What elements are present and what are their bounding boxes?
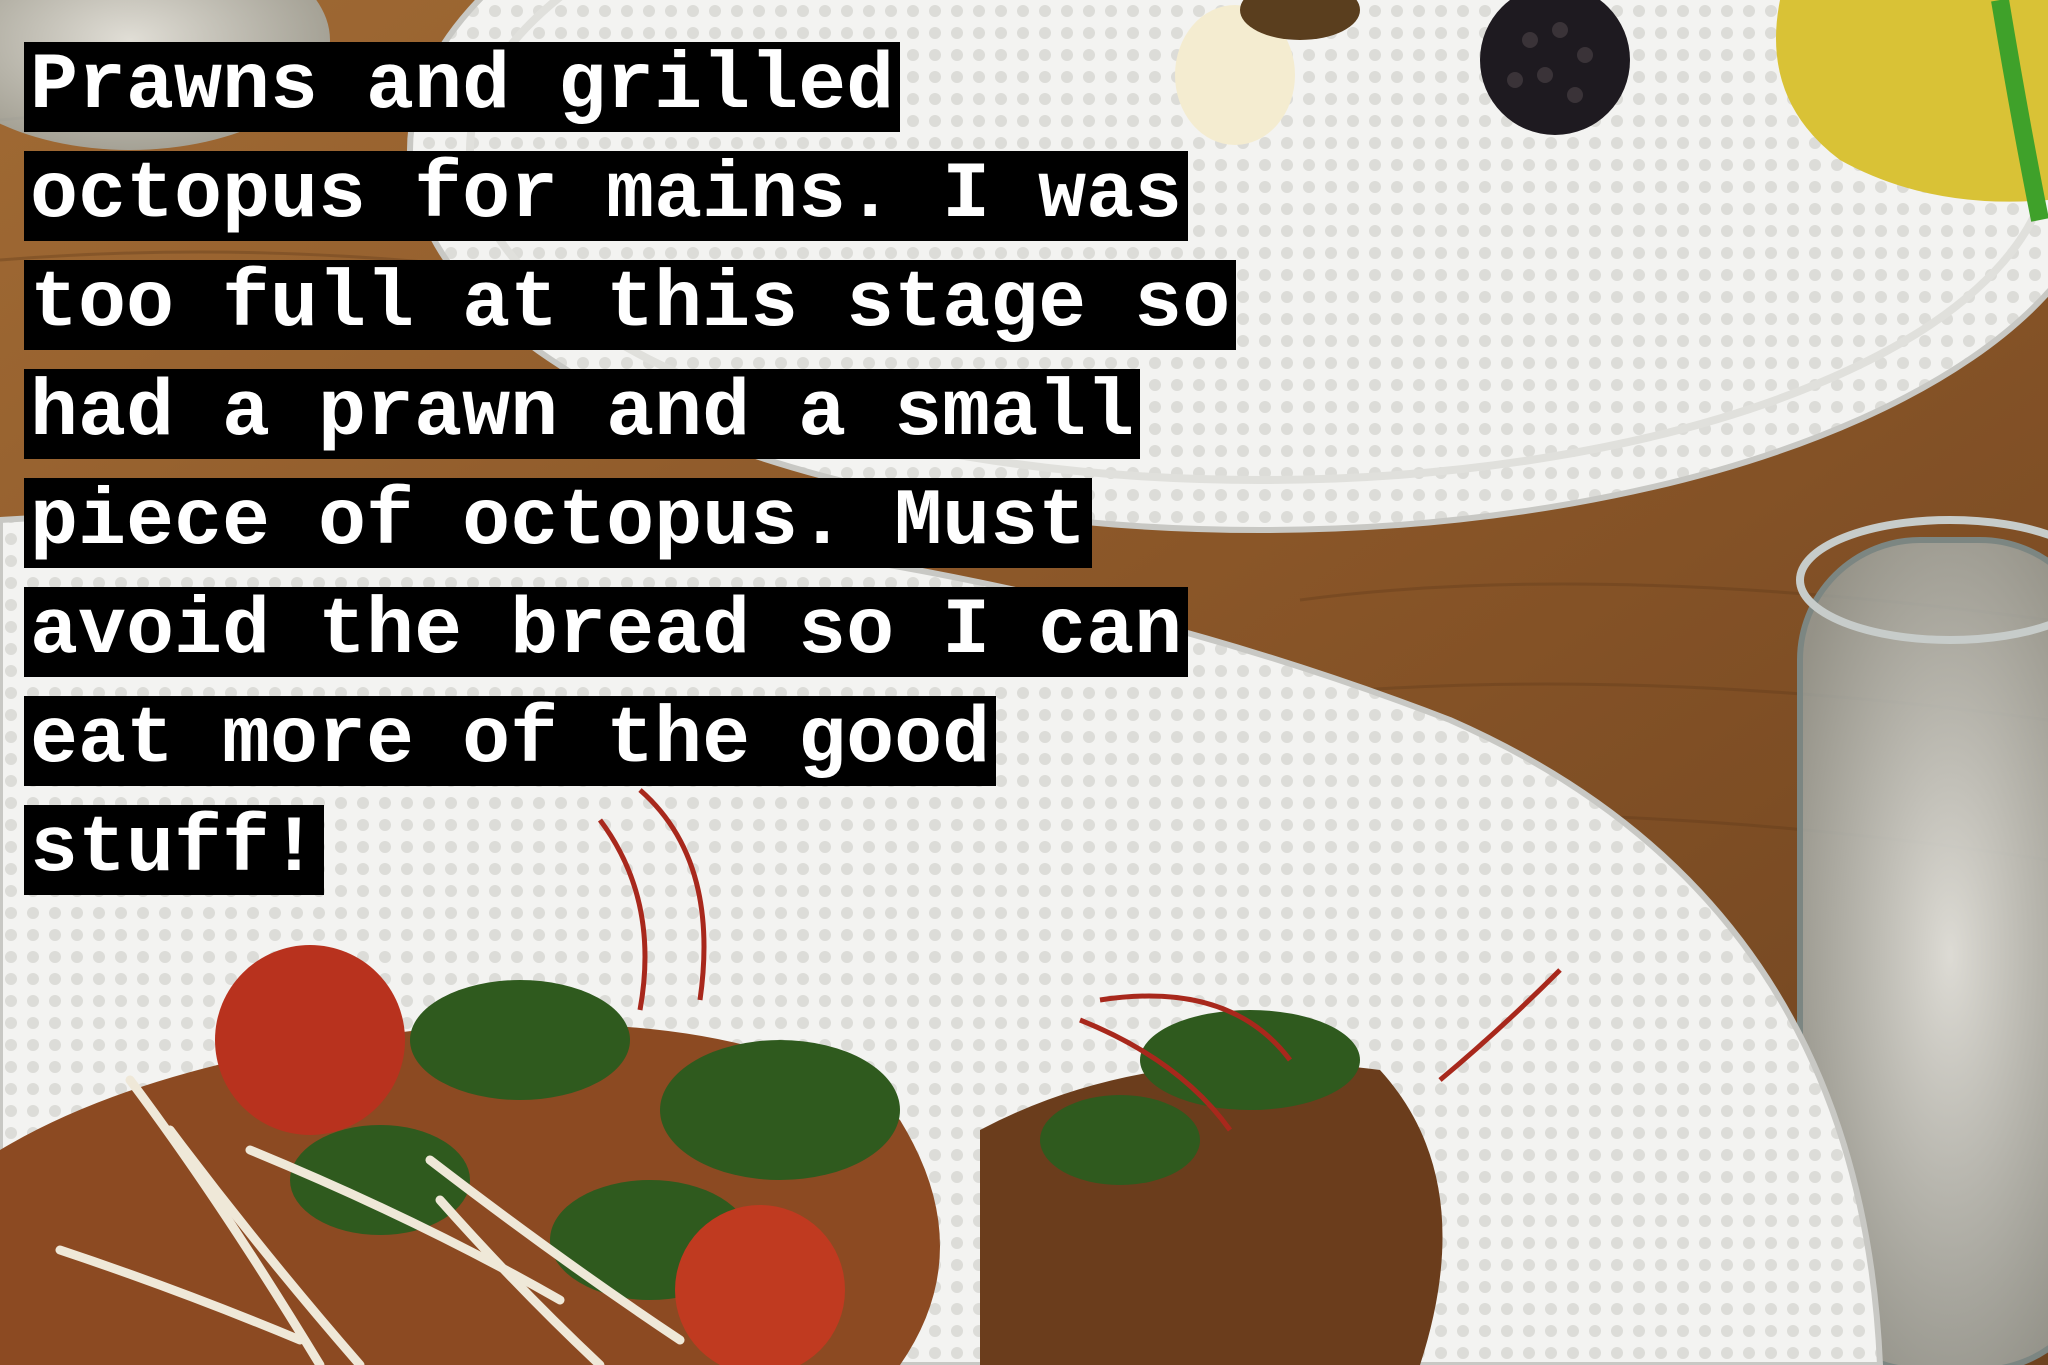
caption-line: too full at this stage so: [24, 260, 1237, 350]
caption-line: piece of octopus. Must: [24, 478, 1093, 568]
caption-line: eat more of the good: [24, 696, 997, 786]
caption-line: stuff!: [24, 805, 325, 895]
caption-line: avoid the bread so I can: [24, 587, 1189, 677]
caption-line: octopus for mains. I was: [24, 151, 1189, 241]
caption-line: had a prawn and a small: [24, 369, 1141, 459]
caption-line: Prawns and grilled: [24, 42, 901, 132]
story-caption: Prawns and grilled octopus for mains. I …: [24, 42, 1237, 914]
cherry-tomato: [215, 945, 405, 1135]
